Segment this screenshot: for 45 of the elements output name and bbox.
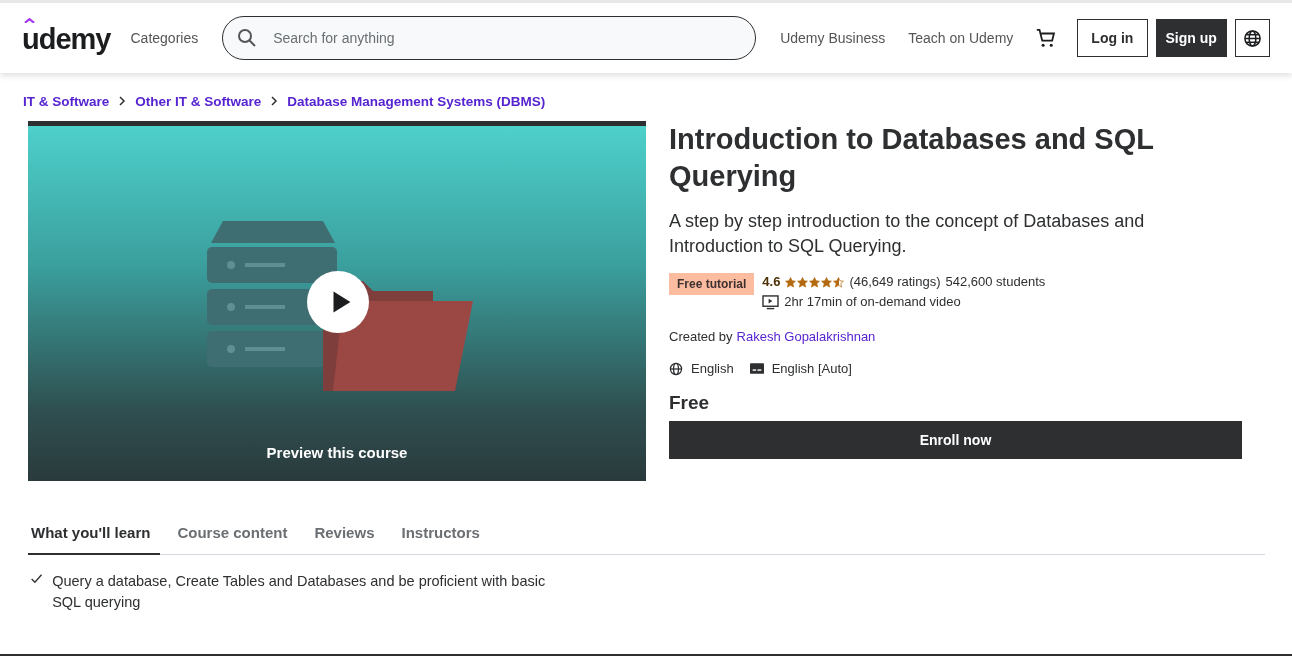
udemy-logo[interactable]: udemy xyxy=(22,20,111,56)
section-tab[interactable]: Reviews xyxy=(311,518,385,555)
course-price: Free xyxy=(669,392,711,414)
chevron-right-icon xyxy=(118,96,127,106)
breadcrumb-link[interactable]: IT & Software xyxy=(23,93,110,109)
star-icon xyxy=(833,276,845,288)
breadcrumb-link[interactable]: Database Management Systems (DBMS) xyxy=(287,93,546,109)
star-icon xyxy=(785,276,797,288)
breadcrumb-link[interactable]: Other IT & Software xyxy=(135,93,262,109)
video-icon xyxy=(762,294,780,310)
categories-link[interactable]: Categories xyxy=(130,30,199,46)
star-icon xyxy=(809,276,821,288)
section-tab[interactable]: What you'll learn xyxy=(28,518,161,555)
video-length: 2hr 17min of on-demand video xyxy=(784,293,961,311)
captions-label: English [Auto] xyxy=(771,361,852,376)
star-icon xyxy=(821,276,833,288)
course-subtitle: A step by step introduction to the concept of Databases and Introduction to SQL Querying. xyxy=(669,210,1146,258)
rating-value: 4.6 xyxy=(762,273,781,291)
search-field[interactable]: Search for anything xyxy=(222,16,757,60)
signup-button[interactable]: Sign up xyxy=(1155,19,1227,57)
star-icon xyxy=(797,276,809,288)
course-preview-video[interactable]: Preview this course xyxy=(28,121,646,481)
nav-link[interactable]: Teach on Udemy xyxy=(908,30,1014,46)
language-button[interactable] xyxy=(1234,19,1270,57)
created-by-label: Created by xyxy=(669,329,733,344)
logo-cap-icon xyxy=(24,16,35,23)
enroll-button[interactable]: Enroll now xyxy=(669,421,1242,459)
preview-caption: Preview this course xyxy=(265,444,409,461)
nav-link[interactable]: Udemy Business xyxy=(780,30,886,46)
globe-icon xyxy=(669,361,683,376)
globe-icon xyxy=(1242,28,1262,48)
captions-icon xyxy=(749,363,764,374)
section-tab[interactable]: Course content xyxy=(174,518,298,555)
instructor-link[interactable]: Rakesh Gopalakrishnan xyxy=(736,329,876,344)
login-button[interactable]: Log in xyxy=(1076,19,1148,57)
language-label: English xyxy=(691,361,734,376)
cart-icon[interactable] xyxy=(1035,26,1057,50)
course-title: Introduction to Databases and SQL Querying xyxy=(669,122,1155,194)
ratings-count: (46,649 ratings) xyxy=(849,273,941,291)
search-icon xyxy=(237,28,258,48)
students-count: 542,600 students xyxy=(945,273,1046,291)
chevron-right-icon xyxy=(270,96,279,106)
free-tutorial-badge: Free tutorial xyxy=(669,273,755,295)
learning-outcome: Query a database, Create Tables and Databases and be proficient with basic SQL querying xyxy=(52,572,547,612)
section-tab[interactable]: Instructors xyxy=(398,518,490,555)
